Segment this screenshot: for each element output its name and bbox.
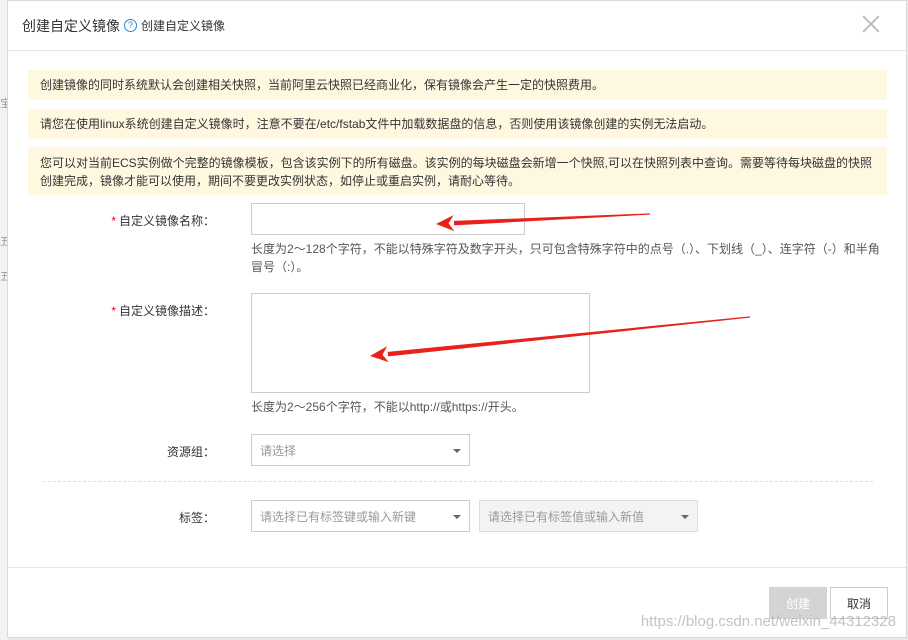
chevron-down-icon [453, 449, 461, 453]
tag-value-placeholder: 请选择已有标签值或输入新值 [488, 509, 645, 524]
tag-value-select: 请选择已有标签值或输入新值 [479, 500, 698, 532]
notice-full-image: 您可以对当前ECS实例做个完整的镜像模板，包含该实例下的所有磁盘。该实例的每块磁… [28, 147, 887, 195]
image-description-textarea[interactable] [251, 293, 590, 393]
close-icon[interactable] [860, 13, 882, 35]
dialog-header: 创建自定义镜像 ? 创建自定义镜像 [8, 1, 906, 51]
image-description-label-text: 自定义镜像描述： [118, 304, 215, 318]
image-name-hint: 长度为2～128个字符，不能以特殊字符及数字开头，只可包含特殊字符中的点号（.）… [251, 242, 880, 274]
chevron-down-icon [681, 515, 689, 519]
image-name-input[interactable] [251, 203, 525, 235]
resource-group-placeholder: 请选择 [260, 443, 297, 458]
dialog-title: 创建自定义镜像 [22, 17, 120, 34]
tag-key-placeholder: 请选择已有标签键或输入新键 [260, 509, 417, 524]
notice-snapshot-fee: 创建镜像的同时系统默认会创建相关快照，当前阿里云快照已经商业化，保有镜像会产生一… [28, 70, 887, 100]
resource-group-label: 资源组： [166, 445, 215, 459]
required-mark: * [111, 214, 116, 228]
resource-group-select[interactable]: 请选择 [251, 434, 470, 466]
image-name-label-text: 自定义镜像名称： [118, 214, 215, 228]
form-divider [43, 481, 873, 482]
create-image-dialog: 创建自定义镜像 ? 创建自定义镜像 创建镜像的同时系统默认会创建相关快照，当前阿… [7, 0, 907, 638]
notice-linux-fstab: 请您在使用linux系统创建自定义镜像时，注意不要在/etc/fstab文件中加… [28, 109, 887, 139]
tag-key-select[interactable]: 请选择已有标签键或输入新键 [251, 500, 470, 532]
watermark-text: https://blog.csdn.net/weixin_44312328 [640, 613, 896, 630]
image-description-label: * 自定义镜像描述： [35, 302, 215, 319]
question-circle-icon[interactable]: ? [124, 19, 137, 32]
required-mark: * [111, 304, 116, 318]
footer-divider [8, 567, 906, 568]
tags-label: 标签： [178, 511, 215, 525]
image-description-hint: 长度为2～256个字符，不能以http://或https://开头。 [251, 400, 524, 414]
image-name-label: * 自定义镜像名称： [35, 212, 215, 229]
chevron-down-icon [453, 515, 461, 519]
help-link[interactable]: 创建自定义镜像 [141, 17, 225, 34]
